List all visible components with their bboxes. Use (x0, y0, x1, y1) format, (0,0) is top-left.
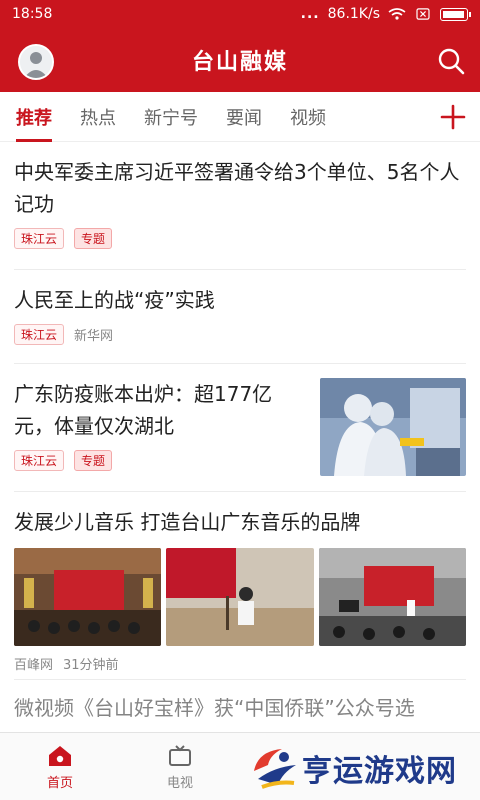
article-title: 广东防疫账本出炉：超177亿元，体量仅次湖北 (14, 382, 273, 438)
network-speed: 86.1K/s (327, 6, 380, 22)
app-header: 台山融媒 (0, 28, 480, 92)
list-item[interactable]: 中央军委主席习近平签署通令给3个单位、5名个人记功 珠江云 专题 (14, 142, 466, 270)
tv-icon (169, 744, 191, 766)
tab-recommend[interactable]: 推荐 (16, 92, 52, 142)
tab-hot[interactable]: 热点 (80, 92, 116, 142)
watermark-logo-icon (254, 749, 296, 789)
add-channel-icon[interactable] (438, 102, 468, 132)
list-item[interactable]: 发展少儿音乐 打造台山广东音乐的品牌 百峰网 31分钟前 (14, 492, 466, 680)
nav-tv-label: 电视 (166, 775, 193, 791)
topic-tag: 专题 (74, 450, 113, 471)
topic-tag: 专题 (74, 228, 113, 249)
article-meta: 珠江云 专题 (14, 228, 466, 249)
channel-tabs: 推荐 热点 新宁号 要闻 视频 (0, 92, 480, 142)
article-title: 中央军委主席习近平签署通令给3个单位、5名个人记功 (14, 160, 460, 216)
news-feed: 中央军委主席习近平签署通令给3个单位、5名个人记功 珠江云 专题 人民至上的战“… (0, 142, 480, 732)
article-thumbnail (320, 378, 466, 476)
watermark-text: 亨运游戏网 (302, 754, 457, 789)
list-item[interactable]: 人民至上的战“疫”实践 珠江云 新华网 (14, 270, 466, 364)
battery-icon (440, 7, 471, 21)
article-title: 发展少儿音乐 打造台山广东音乐的品牌 (14, 510, 361, 534)
image-row (14, 548, 466, 646)
tab-xinning[interactable]: 新宁号 (144, 92, 198, 142)
stage-photo (14, 548, 162, 646)
article-text: 广东防疫账本出炉：超177亿元，体量仅次湖北 珠江云 专题 (14, 378, 320, 491)
source-label: 新华网 (74, 329, 114, 344)
article-meta: 珠江云 新华网 (14, 324, 466, 345)
source-tag: 珠江云 (14, 450, 65, 471)
article-meta: 珠江云 专题 (14, 450, 310, 471)
list-item[interactable]: 广东防疫账本出炉：超177亿元，体量仅次湖北 珠江云 专题 (14, 364, 466, 492)
source-label: 百峰网 (14, 658, 54, 673)
user-avatar-icon (20, 46, 52, 78)
sim-icon (416, 8, 430, 20)
status-right: ... 86.1K/s (300, 6, 471, 22)
watermark: 亨运游戏网 (248, 738, 476, 798)
performer-photo (166, 548, 314, 646)
article-image (318, 548, 466, 646)
article-image (14, 548, 162, 646)
time-label: 31分钟前 (63, 658, 119, 673)
source-tag: 珠江云 (14, 324, 65, 345)
status-dots: ... (300, 6, 320, 22)
stage-photo (318, 548, 466, 646)
article-title: 人民至上的战“疫”实践 (14, 288, 215, 312)
wifi-icon (388, 8, 406, 20)
source-tag: 珠江云 (14, 228, 65, 249)
article-title: 微视频《台山好宝样》获“中国侨联”公众号选 (14, 696, 415, 720)
nav-home-label: 首页 (46, 775, 73, 791)
tab-news[interactable]: 要闻 (226, 92, 262, 142)
search-icon[interactable] (436, 46, 466, 76)
nav-tv[interactable]: 电视 (120, 733, 240, 800)
nav-home[interactable]: 首页 (0, 733, 120, 800)
article-image (166, 548, 314, 646)
home-icon (49, 745, 71, 766)
list-item[interactable]: 微视频《台山好宝样》获“中国侨联”公众号选 (14, 680, 466, 732)
status-time: 18:58 (12, 6, 53, 22)
status-bar: 18:58 ... 86.1K/s (0, 0, 480, 28)
tab-video[interactable]: 视频 (290, 92, 326, 142)
page-title: 台山融媒 (191, 50, 288, 75)
article-meta: 百峰网 31分钟前 (14, 654, 466, 673)
avatar[interactable] (18, 44, 54, 80)
lab-workers-image (320, 378, 466, 476)
